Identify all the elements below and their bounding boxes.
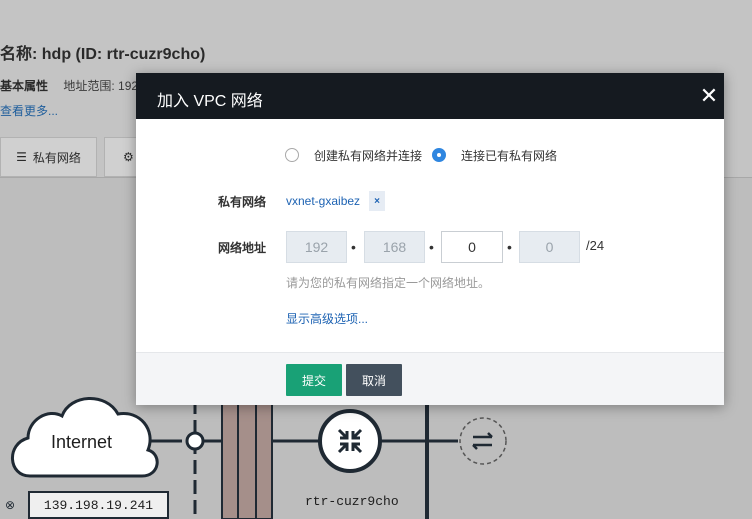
radio-create-vxnet-label[interactable]: 创建私有网络并连接	[314, 147, 422, 164]
list-icon: ☰	[16, 150, 27, 164]
radio-existing-vxnet[interactable]	[432, 148, 447, 162]
attribute-row: 基本属性 地址范围: 192	[0, 77, 138, 94]
vxnet-field-label: 私有网络	[218, 195, 267, 209]
ip-octet-3-input[interactable]: 0	[441, 231, 503, 263]
resource-title: 名称: hdp (ID: rtr-cuzr9cho)	[0, 46, 206, 63]
eip-address[interactable]: 139.198.19.241	[28, 491, 169, 519]
attribute-label: 基本属性	[0, 79, 49, 93]
gear-icon: ⚙	[123, 150, 134, 164]
ip-dot-1: •	[351, 239, 356, 255]
ip-octet-1: 192	[286, 231, 347, 263]
globe-icon: ⊗	[4, 498, 16, 512]
submit-button[interactable]: 提交	[286, 364, 342, 396]
cancel-button[interactable]: 取消	[346, 364, 402, 396]
ip-octet-4: 0	[519, 231, 580, 263]
selected-vxnet-link[interactable]: vxnet-gxaibez	[286, 194, 360, 208]
network-address-label: 网络地址	[218, 241, 267, 255]
view-more-link[interactable]: 查看更多...	[0, 102, 58, 119]
router-name: rtr-cuzr9cho	[305, 494, 399, 509]
tab-vxnets-label: 私有网络	[32, 150, 81, 165]
ip-octet-2: 168	[364, 231, 425, 263]
exchange-icon	[459, 417, 507, 465]
connection-mode-group: 创建私有网络并连接 连接已有私有网络	[285, 147, 567, 163]
radio-existing-vxnet-label[interactable]: 连接已有私有网络	[461, 147, 557, 164]
close-icon[interactable]: ✕	[694, 81, 724, 111]
ip-dot-2: •	[429, 239, 434, 255]
ip-mask-suffix: /24	[586, 238, 605, 253]
radio-create-vxnet[interactable]	[285, 148, 299, 162]
show-advanced-options-link[interactable]: 显示高级选项...	[286, 310, 368, 327]
remove-vxnet-icon[interactable]: ×	[369, 191, 385, 211]
ip-dot-3: •	[507, 239, 512, 255]
dialog-footer: 提交 取消	[136, 352, 724, 405]
address-range-label: 地址范围: 192	[63, 79, 139, 93]
dialog-header: 加入 VPC 网络 ✕	[136, 73, 724, 119]
tab-vxnets[interactable]: ☰ 私有网络	[0, 137, 97, 177]
router-icon	[318, 409, 382, 473]
dialog-title: 加入 VPC 网络	[157, 93, 263, 110]
internet-label: Internet	[51, 432, 113, 452]
network-address-hint: 请为您的私有网络指定一个网络地址。	[286, 276, 491, 290]
join-vpc-dialog: 加入 VPC 网络 ✕ 创建私有网络并连接 连接已有私有网络 私有网络 vxne…	[136, 73, 724, 405]
